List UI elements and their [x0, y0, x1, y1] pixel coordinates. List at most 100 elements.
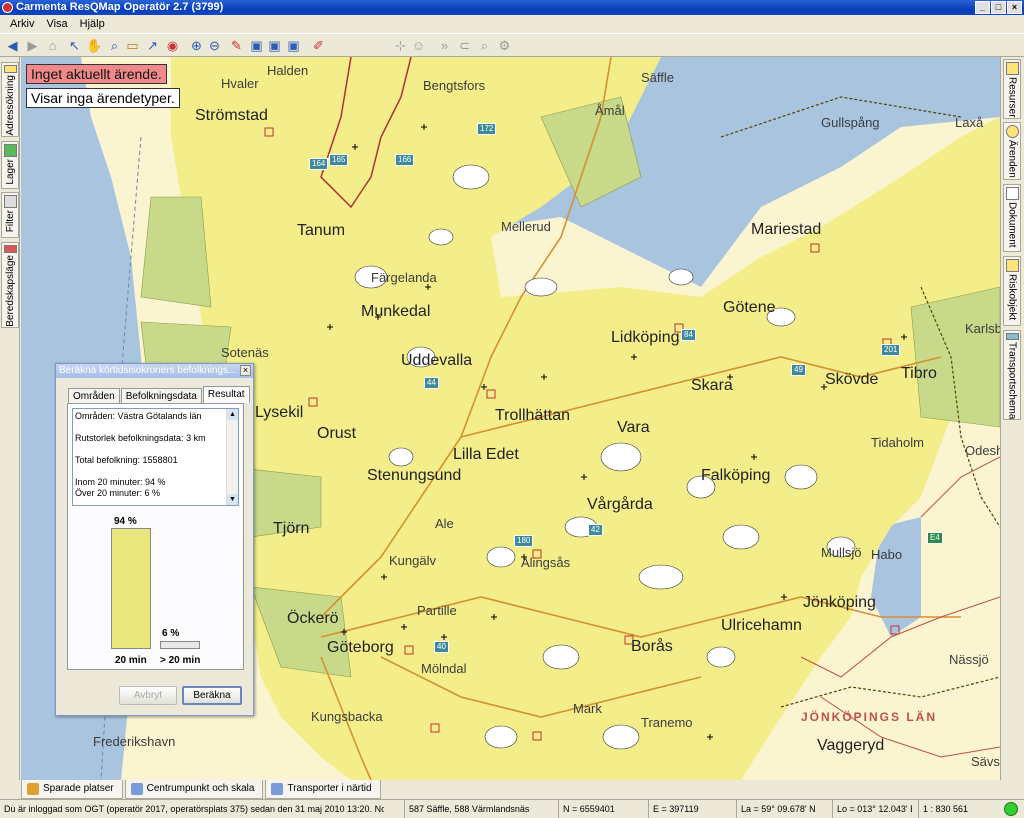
forward-icon[interactable]: ▶	[24, 37, 41, 54]
result-scrollbar[interactable]: ▲ ▼	[226, 409, 238, 505]
status-scale[interactable]: 1 : 830 561	[918, 800, 978, 818]
map-label: Mullsjö	[821, 545, 862, 560]
tab-befolkningsdata[interactable]: Befolkningsdata	[120, 388, 202, 403]
minimize-button[interactable]: _	[975, 1, 990, 14]
globe-icon	[3, 65, 17, 74]
map-label: Åmål	[595, 103, 625, 118]
measure-icon[interactable]: ▭	[124, 37, 141, 54]
result-line: Över 20 minuter: 6 %	[75, 488, 161, 498]
zoom-in-icon[interactable]: ⊕	[188, 37, 205, 54]
result-line: Inom 20 minuter: 94 %	[75, 477, 166, 487]
map-label: Färgelanda	[371, 270, 437, 285]
bar-over-20	[160, 641, 200, 649]
settings-icon[interactable]: ⚙	[496, 37, 513, 54]
tab-riskobjekt[interactable]: Riskobjekt	[1003, 256, 1021, 326]
map-label: Orust	[317, 425, 357, 442]
map-label: Mariestad	[751, 221, 822, 238]
map-label: Vårgårda	[587, 496, 653, 513]
map-label: Karlsbo	[965, 321, 1000, 336]
maximize-button[interactable]: □	[991, 1, 1006, 14]
eraser-icon[interactable]: ✐	[310, 37, 327, 54]
menu-arkiv[interactable]: Arkiv	[10, 15, 34, 33]
status-user: Du är inloggad som OGT (operatör 2017, o…	[4, 804, 384, 814]
person-icon[interactable]: ☺	[410, 37, 427, 54]
bottom-tabs: Sparade platser Centrumpunkt och skala T…	[21, 780, 381, 799]
layer-3-icon[interactable]: ▣	[285, 37, 302, 54]
window-title: Carmenta ResQMap Operatör 2.7 (3799)	[16, 1, 224, 13]
tab-transporter[interactable]: Transporter i närtid	[265, 780, 381, 799]
cancel-button[interactable]: Avbryt	[119, 686, 177, 705]
tab-sparade-platser[interactable]: Sparade platser	[21, 780, 123, 799]
draw-icon[interactable]: ↗	[144, 37, 161, 54]
home-icon[interactable]: ⌂	[44, 37, 61, 54]
map-label: Halden	[267, 63, 309, 78]
map-label: Lilla Edet	[453, 446, 519, 463]
map-label: Skara	[691, 377, 733, 394]
map-label: Sotenäs	[221, 345, 269, 360]
layer-2-icon[interactable]: ▣	[266, 37, 283, 54]
scroll-up-icon[interactable]: ▲	[227, 409, 238, 420]
play-icon[interactable]: »	[436, 37, 453, 54]
info-icon	[271, 783, 284, 795]
road-shield: 166	[395, 154, 415, 166]
menu-bar: Arkiv Visa Hjälp	[0, 15, 1024, 33]
tab-transportschema[interactable]: Transportschema	[1003, 330, 1021, 420]
zoom-out-icon[interactable]: ⊖	[206, 37, 223, 54]
star-icon	[27, 783, 39, 795]
zoom-box-icon[interactable]: ⌕	[106, 37, 123, 54]
toolbar: ◀ ▶ ⌂ ↖ ✋ ⌕ ▭ ↗ ◉ ⊕ ⊖ ✎ ▣ ▣ ▣ ✐ ⊹ ☺ » ⊂ …	[0, 33, 1024, 57]
menu-hjalp[interactable]: Hjälp	[80, 15, 105, 33]
map-label: Hvaler	[221, 76, 259, 91]
locate-icon[interactable]: ◉	[164, 37, 181, 54]
map-label: Götene	[723, 299, 776, 316]
pencil-icon[interactable]: ✎	[228, 37, 245, 54]
tab-adressokning[interactable]: Adressökning	[1, 62, 19, 137]
road-shield: 180	[514, 535, 534, 547]
menu-visa[interactable]: Visa	[46, 15, 67, 33]
right-sidebar: Resurser Ärenden Dokument Riskobjekt Tra…	[1000, 57, 1024, 780]
road-shield: 84	[681, 329, 696, 341]
map-label: Odesh	[965, 443, 1000, 458]
result-text: Områden: Västra Götalands län Rutstorlek…	[72, 408, 239, 506]
route-icon[interactable]: ⊂	[456, 37, 473, 54]
tab-resurser[interactable]: Resurser	[1003, 59, 1021, 119]
back-icon[interactable]: ◀	[4, 37, 21, 54]
map-label: Jönköping	[803, 594, 876, 611]
tab-resultat[interactable]: Resultat	[202, 386, 250, 403]
map-label: Gullspång	[821, 115, 880, 130]
pan-hand-icon[interactable]: ✋	[86, 37, 103, 54]
map-label: Kungälv	[389, 553, 436, 568]
warning-icon	[1005, 259, 1019, 272]
compute-button[interactable]: Beräkna	[182, 686, 242, 705]
bar-label: > 20 min	[160, 655, 201, 666]
road-shield: E4	[927, 532, 943, 544]
road-shield: 40	[434, 641, 449, 653]
map-label: Tranemo	[641, 715, 693, 730]
map-label: JÖNKÖPINGS LÄN	[801, 710, 938, 724]
tab-dokument[interactable]: Dokument	[1003, 184, 1021, 252]
pointer-icon[interactable]: ↖	[66, 37, 83, 54]
scroll-down-icon[interactable]: ▼	[227, 494, 238, 505]
map-label: Alingsås	[521, 555, 571, 570]
result-line: Total befolkning: 1558801	[75, 455, 178, 465]
road-shield: 42	[588, 524, 603, 536]
dialog-close-button[interactable]: ×	[240, 365, 251, 376]
search-resource-icon[interactable]: ⌕	[476, 37, 493, 54]
tab-filter[interactable]: Filter	[1, 192, 19, 238]
result-line	[75, 466, 236, 477]
road-shield: 201	[881, 344, 901, 356]
status-north: N = 6559401	[558, 800, 648, 818]
title-bar: Carmenta ResQMap Operatör 2.7 (3799) _ □…	[0, 0, 1024, 15]
dialog-tabs: Områden Befolkningsdata Resultat	[68, 386, 251, 403]
map-label: Tidaholm	[871, 435, 924, 450]
tab-lager[interactable]: Lager	[1, 141, 19, 189]
road-shield: 164	[309, 158, 329, 170]
tab-beredskapslage[interactable]: Beredskapsläge	[1, 242, 19, 328]
tab-centrumpunkt[interactable]: Centrumpunkt och skala	[124, 780, 264, 799]
gps-target-icon[interactable]: ⊹	[392, 37, 409, 54]
result-line: Områden: Västra Götalands län	[75, 411, 202, 421]
close-button[interactable]: ×	[1007, 1, 1022, 14]
tab-arenden[interactable]: Ärenden	[1003, 122, 1021, 180]
tab-omraden[interactable]: Områden	[68, 388, 120, 403]
layer-1-icon[interactable]: ▣	[248, 37, 265, 54]
